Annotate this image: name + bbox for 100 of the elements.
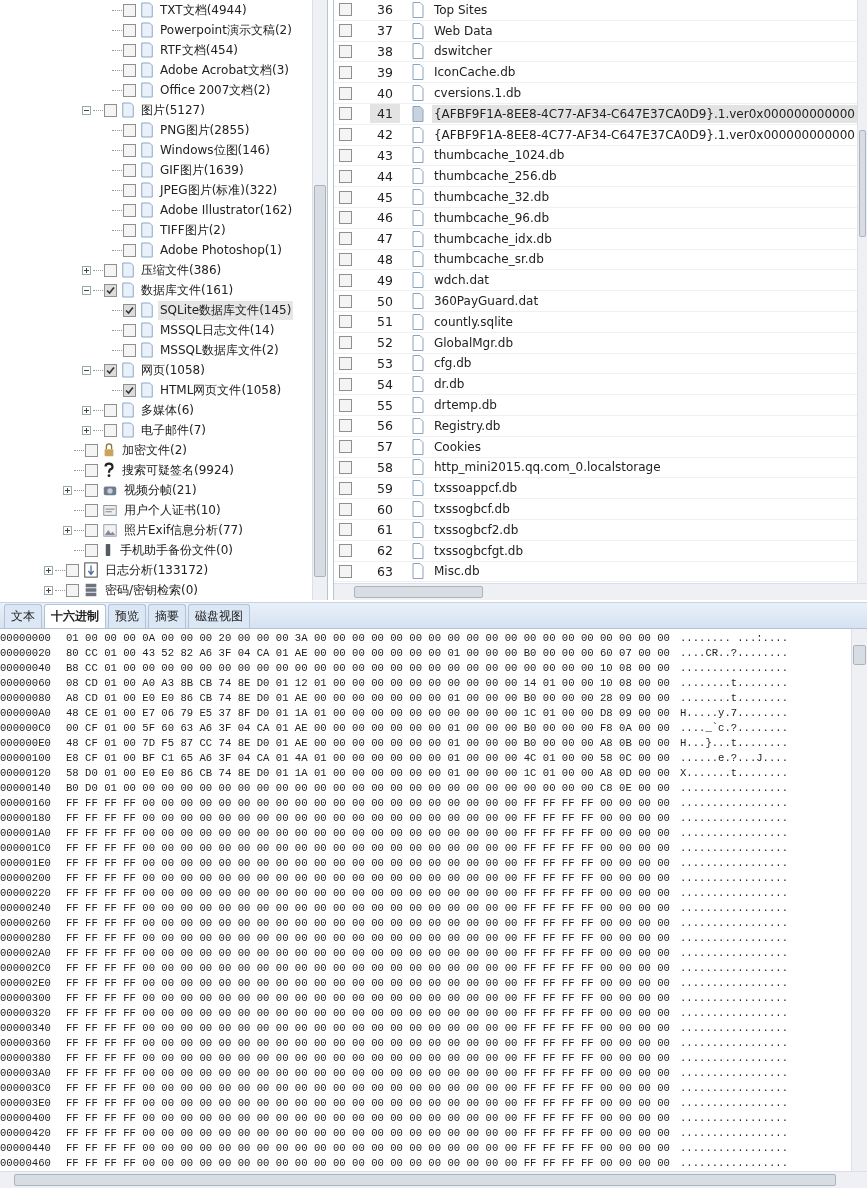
- file-name[interactable]: cversions.1.db: [431, 84, 524, 103]
- tree-item[interactable]: Windows位图(146): [158, 140, 272, 160]
- tree-checkbox[interactable]: [123, 343, 136, 357]
- file-name[interactable]: Cookies: [431, 437, 483, 456]
- expander-toggle[interactable]: [82, 425, 91, 435]
- tree-checkbox[interactable]: [85, 523, 98, 537]
- tree-item[interactable]: 压缩文件(386): [139, 260, 224, 280]
- row-checkbox[interactable]: [338, 440, 352, 454]
- tree-item[interactable]: GIF图片(1639): [158, 160, 246, 180]
- expander-toggle[interactable]: [44, 585, 53, 595]
- tree-checkbox[interactable]: [66, 583, 79, 597]
- tree-item[interactable]: JPEG图片(标准)(322): [158, 180, 280, 200]
- tree-item[interactable]: 多媒体(6): [139, 400, 196, 420]
- scrollbar-thumb[interactable]: [853, 645, 866, 665]
- row-checkbox[interactable]: [338, 315, 352, 329]
- viewer-tab[interactable]: 摘要: [148, 604, 186, 628]
- row-checkbox[interactable]: [338, 294, 352, 308]
- tree-checkbox[interactable]: [123, 83, 136, 97]
- row-checkbox[interactable]: [338, 211, 352, 225]
- horizontal-scrollbar[interactable]: [0, 1171, 867, 1188]
- file-name[interactable]: {AFBF9F1A-8EE8-4C77-AF34-C647E37CA0D9}.1.ver0x000000000000: [431, 125, 857, 144]
- vertical-scrollbar[interactable]: [311, 0, 327, 600]
- tree-checkbox[interactable]: [85, 503, 98, 517]
- row-checkbox[interactable]: [338, 252, 352, 266]
- tree-checkbox[interactable]: [123, 323, 136, 337]
- horizontal-scrollbar[interactable]: [333, 583, 867, 600]
- file-name[interactable]: cfg.db: [431, 354, 474, 373]
- row-checkbox[interactable]: [338, 3, 352, 17]
- file-name[interactable]: Registry.db: [431, 416, 503, 435]
- tree-checkbox[interactable]: [123, 43, 136, 57]
- tree-item[interactable]: RTF文档(454): [158, 40, 240, 60]
- file-name[interactable]: thumbcache_sr.db: [431, 250, 546, 269]
- tree-item[interactable]: 加密文件(2): [120, 440, 189, 460]
- file-name[interactable]: thumbcache_96.db: [431, 208, 551, 227]
- row-checkbox[interactable]: [338, 128, 352, 142]
- file-name[interactable]: thumbcache_256.db: [431, 167, 559, 186]
- tree-item[interactable]: 用户个人证书(10): [122, 500, 223, 520]
- row-checkbox[interactable]: [338, 356, 352, 370]
- tree-item[interactable]: Adobe Photoshop(1): [158, 242, 284, 258]
- tree-item[interactable]: MSSQL数据库文件(2): [158, 340, 281, 360]
- file-name[interactable]: dswitcher: [431, 42, 495, 61]
- scrollbar-thumb[interactable]: [14, 1174, 836, 1186]
- expander-toggle[interactable]: [82, 265, 91, 275]
- viewer-tab[interactable]: 磁盘视图: [188, 604, 250, 628]
- tree-checkbox[interactable]: [123, 223, 136, 237]
- tree-checkbox[interactable]: [123, 163, 136, 177]
- tree-item[interactable]: 电子邮件(7): [139, 420, 208, 440]
- row-checkbox[interactable]: [338, 148, 352, 162]
- expander-toggle[interactable]: [82, 405, 91, 415]
- tree-item[interactable]: TIFF图片(2): [158, 220, 228, 240]
- file-name[interactable]: GlobalMgr.db: [431, 333, 516, 352]
- file-name[interactable]: dr.db: [431, 375, 467, 394]
- row-checkbox[interactable]: [338, 65, 352, 79]
- file-name[interactable]: txssoappcf.db: [431, 479, 520, 498]
- tree-checkbox[interactable]: [104, 423, 117, 437]
- file-name[interactable]: Top Sites: [431, 0, 490, 19]
- tree-item[interactable]: Adobe Acrobat文档(3): [158, 60, 292, 80]
- file-name[interactable]: Web Data: [431, 21, 495, 40]
- viewer-tab[interactable]: 文本: [4, 604, 42, 628]
- expander-toggle[interactable]: [63, 525, 72, 535]
- tree-item[interactable]: 照片Exif信息分析(77): [122, 520, 245, 540]
- file-name[interactable]: countly.sqlite: [431, 312, 515, 331]
- row-checkbox[interactable]: [338, 564, 352, 578]
- tree-checkbox[interactable]: [123, 183, 136, 197]
- file-name[interactable]: thumbcache_1024.db: [431, 146, 567, 165]
- tree-checkbox[interactable]: [123, 383, 136, 397]
- row-checkbox[interactable]: [338, 169, 352, 183]
- scrollbar-thumb[interactable]: [313, 185, 326, 577]
- tree-item[interactable]: Adobe Illustrator(162): [158, 202, 295, 218]
- scrollbar-thumb[interactable]: [859, 130, 866, 237]
- row-checkbox[interactable]: [338, 460, 352, 474]
- file-name[interactable]: thumbcache_32.db: [431, 188, 551, 207]
- expander-toggle[interactable]: [63, 485, 72, 495]
- file-name[interactable]: drtemp.db: [431, 396, 499, 415]
- file-name[interactable]: txssogbcf2.db: [431, 520, 521, 539]
- tree-checkbox[interactable]: [123, 3, 136, 17]
- tree-item[interactable]: SQLite数据库文件(145): [158, 300, 294, 320]
- tree-item[interactable]: 视频分帧(21): [122, 480, 199, 500]
- tree-item[interactable]: HTML网页文件(1058): [158, 380, 284, 400]
- expander-toggle[interactable]: [82, 365, 91, 375]
- file-name[interactable]: wdch.dat: [431, 271, 492, 290]
- tree-item[interactable]: 日志分析(133172): [103, 560, 211, 580]
- scrollbar-thumb[interactable]: [353, 586, 483, 598]
- row-checkbox[interactable]: [338, 45, 352, 58]
- tree-checkbox[interactable]: [104, 103, 117, 117]
- tree-checkbox[interactable]: [123, 303, 136, 317]
- viewer-tab[interactable]: 十六进制: [44, 604, 106, 628]
- tree-checkbox[interactable]: [85, 463, 98, 477]
- tree-checkbox[interactable]: [123, 63, 136, 77]
- vertical-scrollbar[interactable]: [851, 629, 867, 1171]
- tree-checkbox[interactable]: [85, 483, 98, 497]
- tree-item[interactable]: 手机助手备份文件(0): [118, 540, 235, 560]
- tree-checkbox[interactable]: [104, 263, 117, 277]
- file-name[interactable]: IconCache.db: [431, 63, 518, 82]
- tree-checkbox[interactable]: [123, 123, 136, 137]
- viewer-tab[interactable]: 预览: [108, 604, 146, 628]
- row-checkbox[interactable]: [338, 481, 352, 495]
- row-checkbox[interactable]: [338, 523, 352, 537]
- tree-item[interactable]: 网页(1058): [139, 360, 207, 380]
- row-checkbox[interactable]: [338, 86, 352, 100]
